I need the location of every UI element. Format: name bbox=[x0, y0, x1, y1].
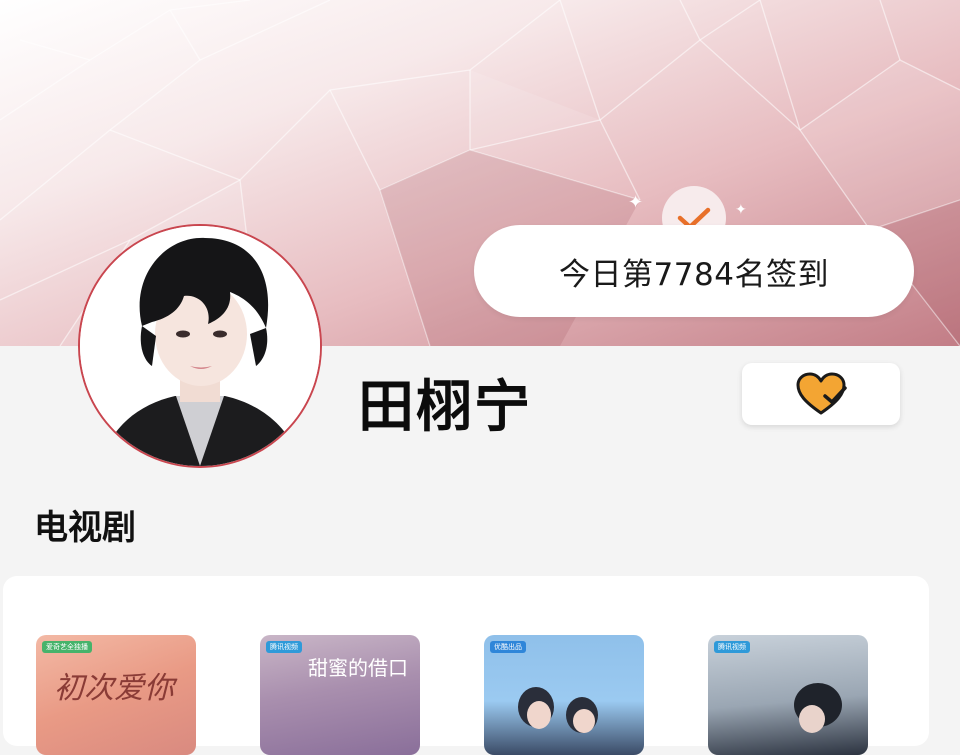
avatar-photo bbox=[80, 226, 320, 466]
checkin-button[interactable]: 今日第7784名签到 bbox=[474, 225, 914, 317]
checkin-label: 今日第7784名签到 bbox=[559, 256, 829, 293]
poster-artwork bbox=[794, 683, 842, 733]
follow-heart-button[interactable] bbox=[742, 363, 900, 425]
poster-title: 甜蜜的借口 bbox=[308, 656, 408, 680]
avatar[interactable] bbox=[78, 224, 322, 468]
poster-artwork bbox=[518, 687, 598, 733]
sparkle-icon: ✦ bbox=[735, 202, 747, 218]
poster-title: 初次爱你 bbox=[54, 671, 174, 706]
sparkle-icon: ✦ bbox=[628, 192, 644, 213]
profile-name: 田栩宁 bbox=[358, 375, 532, 440]
platform-tag: 腾讯视频 bbox=[266, 641, 302, 653]
tv-series-poster[interactable]: 爱奇艺全独播 初次爱你 bbox=[36, 635, 196, 755]
tv-series-poster[interactable]: 腾讯视频 甜蜜的借口 bbox=[260, 635, 420, 755]
platform-tag: 爱奇艺全独播 bbox=[42, 641, 92, 653]
tv-series-card: 爱奇艺全独播 初次爱你 腾讯视频 甜蜜的借口 优酷出品 腾讯视频 bbox=[3, 576, 929, 755]
tv-series-poster[interactable]: 优酷出品 bbox=[484, 635, 644, 755]
section-title-tv-series: 电视剧 bbox=[34, 508, 136, 548]
heart-check-icon bbox=[796, 372, 847, 415]
tv-series-poster[interactable]: 腾讯视频 bbox=[708, 635, 868, 755]
